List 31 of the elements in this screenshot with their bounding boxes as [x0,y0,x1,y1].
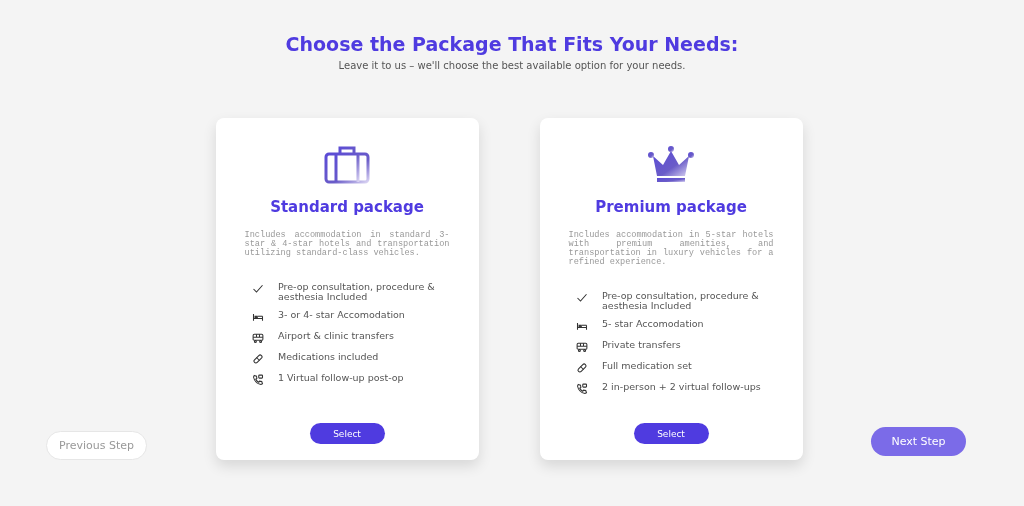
feature-text: 2 in-person + 2 virtual follow-ups [602,382,761,392]
feature-text: Pre-op consultation, procedure & aesthesia Included [278,282,436,302]
feature-text: Full medication set [602,361,692,371]
feature-text: Private transfers [602,340,681,350]
package-title: Premium package [595,198,747,216]
next-step-button[interactable]: Next Step [871,427,966,456]
suitcase-icon [323,144,371,184]
package-description: Includes accommodation in 5-star hotels with premium amenities, and transportation in luxury vehicles for a refined experience. [568,231,774,268]
phone-icon [576,383,588,395]
check-icon [252,283,264,296]
package-description: Includes accommodation in standard 3-star & 4-star hotels and transportation utilizing standard-class vehicles. [244,231,450,259]
feature-text: Medications included [278,352,379,362]
select-button[interactable]: Select [633,423,709,444]
check-icon [576,292,588,305]
crown-icon [647,144,695,184]
page-subtitle: Leave it to us – we'll choose the best available option for your needs. [337,60,687,71]
page-title: Choose the Package That Fits Your Needs: [284,33,740,55]
bed-icon [576,320,588,332]
package-title: Standard package [270,198,424,216]
phone-icon [252,374,264,386]
feature-text: 3- or 4- star Accomodation [278,310,405,320]
feature-text: 5- star Accomodation [602,319,704,329]
select-button[interactable]: Select [309,423,385,444]
pill-icon [252,353,264,365]
bed-icon [252,311,264,323]
feature-text: Airport & clinic transfers [278,331,394,341]
bus-icon [252,332,264,344]
bus-icon [576,341,588,353]
feature-text: Pre-op consultation, procedure & aesthesia Included [602,291,760,311]
pill-icon [576,362,588,374]
feature-text: 1 Virtual follow-up post-op [278,373,404,383]
